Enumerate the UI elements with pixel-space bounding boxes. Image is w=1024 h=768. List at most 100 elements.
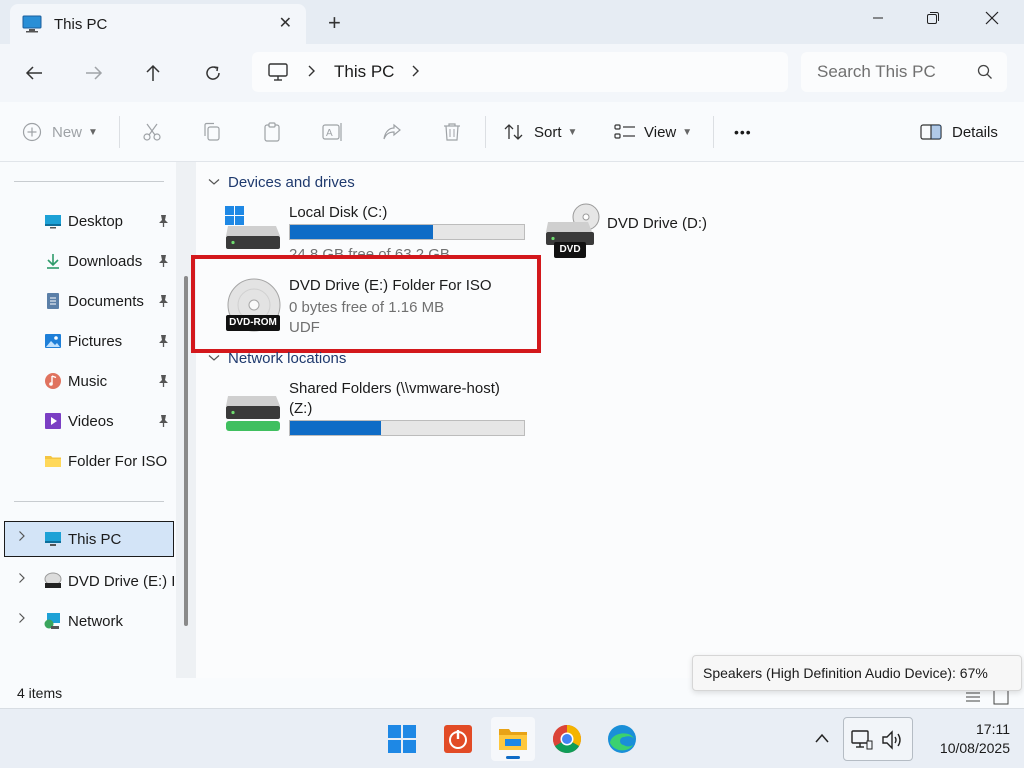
expand-chevron-icon[interactable] — [18, 530, 26, 545]
clock[interactable]: 17:11 10/08/2025 — [920, 720, 1010, 758]
sidebar-item-network[interactable]: Network — [0, 603, 176, 639]
breadcrumb-this-pc[interactable]: This PC — [334, 62, 394, 82]
sidebar-item-folder-for-iso[interactable]: Folder For ISO — [0, 443, 176, 479]
close-tab-icon[interactable]: ✕ — [279, 13, 292, 33]
cut-button[interactable] — [142, 116, 162, 148]
share-button[interactable] — [382, 116, 402, 148]
new-tab-button[interactable]: + — [328, 10, 341, 36]
list-view-icon[interactable] — [965, 690, 981, 704]
svg-text:A: A — [326, 128, 333, 139]
tab-title: This PC — [54, 15, 108, 33]
pin-icon[interactable] — [157, 214, 169, 228]
local-disk-icon — [225, 206, 280, 249]
drive-tile-c[interactable]: Local Disk (C:) 24.8 GB free of 63.2 GB — [224, 202, 534, 260]
drive-usage-fill — [290, 421, 382, 435]
maximize-button[interactable] — [905, 0, 961, 36]
tiles-view-icon[interactable] — [993, 689, 1009, 705]
divider — [713, 116, 714, 148]
chevron-right-icon[interactable] — [412, 64, 420, 81]
drive-usage-bar — [289, 224, 525, 240]
search-input[interactable] — [817, 62, 967, 82]
clipboard-icon — [264, 122, 280, 142]
drive-usage-fill — [290, 225, 433, 239]
content-pane: Devices and drives Local Disk (C:) 24.8 … — [191, 162, 1024, 678]
pin-icon[interactable] — [157, 254, 169, 268]
group-header-devices[interactable]: Devices and drives — [208, 174, 355, 191]
trash-icon — [444, 123, 460, 141]
copy-button[interactable] — [202, 116, 222, 148]
chevron-right-icon[interactable] — [308, 64, 316, 81]
paste-button[interactable] — [262, 116, 282, 148]
sidebar-item-label: DVD Drive (E:) F — [68, 573, 174, 590]
taskbar-app-file-explorer[interactable] — [491, 717, 535, 761]
taskbar: 17:11 10/08/2025 — [0, 708, 1024, 768]
system-tray-quick-settings[interactable] — [843, 717, 913, 761]
taskbar-app-edge[interactable] — [600, 717, 644, 761]
sidebar-item-dvd-drive-e[interactable]: DVD Drive (E:) F — [0, 563, 176, 599]
search-box[interactable] — [801, 52, 1007, 92]
delete-button[interactable] — [442, 116, 462, 148]
edge-icon — [608, 725, 636, 753]
pin-icon[interactable] — [157, 294, 169, 308]
close-window-button[interactable] — [964, 0, 1020, 36]
minimize-button[interactable] — [850, 0, 906, 36]
plus-circle-icon — [22, 122, 42, 142]
sidebar-item-label: This PC — [68, 531, 122, 548]
expand-chevron-icon[interactable] — [18, 612, 26, 627]
drive-tile-d[interactable]: DVD DVD Drive (D:) — [544, 202, 754, 260]
chevron-down-icon: ▼ — [682, 126, 693, 138]
divider — [14, 181, 164, 182]
pin-icon[interactable] — [157, 374, 169, 388]
drive-name: DVD Drive (D:) — [607, 215, 707, 232]
chevron-down-icon — [208, 353, 220, 365]
expand-chevron-icon[interactable] — [18, 572, 26, 587]
up-button[interactable] — [135, 58, 171, 88]
address-bar[interactable]: This PC — [252, 52, 788, 92]
refresh-button[interactable] — [195, 58, 231, 88]
taskbar-app-power[interactable] — [436, 717, 480, 761]
sidebar-item-this-pc[interactable]: This PC — [4, 521, 174, 557]
refresh-icon — [206, 66, 220, 80]
music-icon — [45, 373, 61, 389]
sidebar-item-label: Network — [68, 613, 124, 630]
arrow-right-icon — [86, 66, 103, 80]
sidebar-item-desktop[interactable]: Desktop — [0, 203, 176, 239]
chevron-up-icon[interactable] — [815, 733, 829, 743]
pin-icon[interactable] — [157, 334, 169, 348]
start-button[interactable] — [380, 717, 424, 761]
sidebar-item-music[interactable]: Music — [0, 363, 176, 399]
back-button[interactable] — [16, 58, 52, 88]
forward-button[interactable] — [76, 58, 112, 88]
details-label: Details — [952, 123, 998, 141]
more-options-button[interactable]: ••• — [734, 116, 752, 148]
sidebar-item-downloads[interactable]: Downloads — [0, 243, 176, 279]
view-button[interactable]: View ▼ — [614, 116, 692, 148]
sidebar-item-documents[interactable]: Documents — [0, 283, 176, 319]
speaker-icon — [882, 730, 901, 750]
new-button[interactable]: New ▼ — [22, 116, 98, 148]
downloads-icon — [47, 254, 59, 269]
group-title: Network locations — [228, 350, 347, 367]
rename-button[interactable]: A — [322, 116, 344, 148]
drive-tile-z[interactable]: Shared Folders (\\vmware-host) (Z:) — [224, 378, 534, 440]
arrow-up-icon — [146, 64, 160, 81]
tab-this-pc[interactable]: This PC ✕ — [10, 4, 306, 44]
drive-usage-bar — [289, 420, 525, 436]
divider — [485, 116, 486, 148]
group-header-network[interactable]: Network locations — [208, 350, 346, 367]
taskbar-app-chrome[interactable] — [545, 717, 589, 761]
file-explorer-icon — [499, 729, 527, 750]
title-bar: This PC ✕ + — [0, 0, 1024, 44]
sidebar-item-pictures[interactable]: Pictures — [0, 323, 176, 359]
scrollbar-thumb[interactable] — [184, 276, 188, 626]
active-indicator — [506, 756, 520, 759]
sort-button[interactable]: Sort ▼ — [504, 116, 577, 148]
pin-icon[interactable] — [157, 414, 169, 428]
sidebar-item-videos[interactable]: Videos — [0, 403, 176, 439]
network-icon — [44, 613, 60, 629]
videos-icon — [45, 413, 61, 429]
rename-icon: A — [322, 123, 342, 141]
details-button[interactable]: Details — [920, 116, 998, 148]
sidebar-scrollbar[interactable] — [176, 162, 196, 678]
drive-letter: (Z:) — [289, 400, 313, 417]
